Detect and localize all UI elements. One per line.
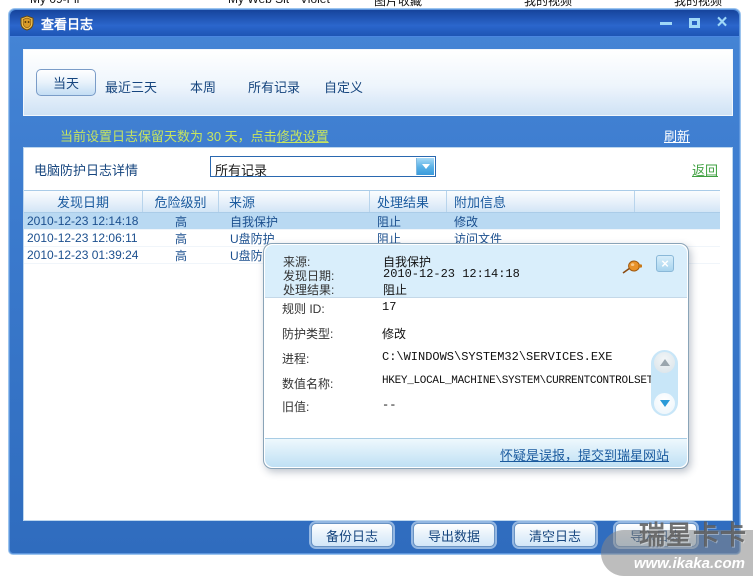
clear-log-button[interactable]: 清空日志: [514, 523, 596, 547]
popup-result-value: 阻止: [383, 283, 408, 297]
refresh-link[interactable]: 刷新: [664, 126, 690, 145]
desktop-icon-label: My Web Sit: [228, 0, 289, 6]
ikaka-watermark: 瑞星卡卡 www.ikaka.com: [601, 520, 753, 576]
cell-level: 高: [174, 248, 187, 263]
export-data-button[interactable]: 导出数据: [413, 523, 495, 547]
tab-last-three-days[interactable]: 最近三天: [105, 77, 157, 96]
retention-notice-text: 当前设置日志保留天数为 30 天，点击: [60, 129, 277, 144]
close-button[interactable]: ×: [714, 12, 730, 33]
cell-date: 2010-12-23 01:39:24: [27, 248, 139, 262]
retention-notice: 当前设置日志保留天数为 30 天，点击修改设置: [60, 126, 329, 145]
popup-old-label: 旧值:: [282, 400, 310, 414]
watermark-url: www.ikaka.com: [633, 555, 745, 572]
close-icon: ×: [716, 12, 728, 33]
popup-date-value: 2010-12-23 12:14:18: [383, 267, 520, 281]
cell-source: 自我保护: [230, 214, 279, 229]
desktop-icon-label: My 09-Fil: [30, 0, 79, 6]
cell-date: 2010-12-23 12:06:11: [27, 231, 138, 245]
watermark-brand: 瑞星卡卡: [638, 520, 747, 550]
table-row[interactable]: 2010-12-23 12:14:18 高 自我保护 阻止 修改: [24, 213, 720, 230]
arrow-up-icon: [659, 359, 670, 366]
dropdown-arrow-button[interactable]: [416, 158, 434, 175]
log-detail-popup: 来源: 自我保护 发现日期: 2010-12-23 12:14:18 处理结果:…: [263, 243, 689, 469]
popup-name-label: 数值名称:: [282, 377, 334, 391]
popup-close-button[interactable]: ×: [656, 255, 674, 272]
popup-rule-label: 规则 ID:: [282, 302, 325, 316]
column-header-info[interactable]: 附加信息: [447, 191, 635, 212]
maximize-icon: [688, 18, 700, 28]
popup-result-label: 处理结果:: [283, 283, 335, 297]
false-positive-report-link[interactable]: 怀疑是误报，提交到瑞星网站: [500, 445, 669, 464]
maximize-button[interactable]: [686, 15, 702, 31]
popup-process-value: C:\WINDOWS\SYSTEM32\SERVICES.EXE: [382, 350, 613, 364]
backup-log-button[interactable]: 备份日志: [311, 523, 393, 547]
tab-custom[interactable]: 自定义: [324, 77, 363, 96]
cell-result: 阻止: [377, 214, 402, 229]
rising-shield-icon: [20, 15, 34, 31]
modify-settings-link[interactable]: 修改设置: [277, 129, 329, 144]
popup-type-value: 修改: [382, 327, 407, 341]
column-header-level[interactable]: 危险级别: [143, 191, 219, 212]
popup-rule-value: 17: [382, 300, 397, 314]
dropdown-selected-value: 所有记录: [215, 163, 268, 178]
popup-type-label: 防护类型:: [282, 327, 334, 341]
minimize-button[interactable]: [658, 15, 674, 31]
log-detail-label: 电脑防护日志详情: [34, 163, 139, 178]
table-header: 发现日期 危险级别 来源 处理结果 附加信息: [24, 190, 720, 213]
chevron-down-icon: [421, 164, 430, 169]
popup-old-value: --: [382, 398, 397, 412]
arrow-down-icon: [659, 400, 670, 407]
window-title: 查看日志: [41, 16, 94, 32]
close-icon: ×: [661, 256, 669, 271]
back-link[interactable]: 返回: [692, 160, 718, 179]
scroll-up-button[interactable]: [654, 352, 675, 373]
cell-level: 高: [174, 214, 187, 229]
titlebar[interactable]: 查看日志 ×: [10, 10, 739, 37]
pin-icon[interactable]: [621, 258, 643, 276]
cell-info: 修改: [454, 214, 479, 229]
minimize-icon: [660, 21, 672, 25]
record-type-dropdown[interactable]: 所有记录: [210, 156, 436, 178]
tab-today[interactable]: 当天: [36, 69, 96, 96]
column-header-source[interactable]: 来源: [219, 191, 370, 212]
column-header-empty: [635, 191, 720, 212]
date-range-tabs: 当天 最近三天 本周 所有记录 自定义: [23, 49, 733, 116]
scroll-down-button[interactable]: [654, 393, 675, 414]
column-header-result[interactable]: 处理结果: [370, 191, 447, 212]
popup-footer: 怀疑是误报，提交到瑞星网站: [265, 438, 687, 467]
desktop-icon-label: Violet: [300, 0, 330, 6]
popup-process-label: 进程:: [282, 352, 310, 366]
cell-date: 2010-12-23 12:14:18: [27, 214, 139, 228]
popup-name-value: HKEY_LOCAL_MACHINE\SYSTEM\CURRENTCONTROL…: [382, 375, 653, 387]
tab-all-records[interactable]: 所有记录: [248, 77, 300, 96]
tab-this-week[interactable]: 本周: [190, 77, 216, 96]
column-header-date[interactable]: 发现日期: [24, 191, 143, 212]
cell-level: 高: [174, 231, 187, 246]
popup-scrollbar: [651, 350, 678, 416]
popup-header: 来源: 自我保护 发现日期: 2010-12-23 12:14:18 处理结果:…: [265, 245, 687, 298]
